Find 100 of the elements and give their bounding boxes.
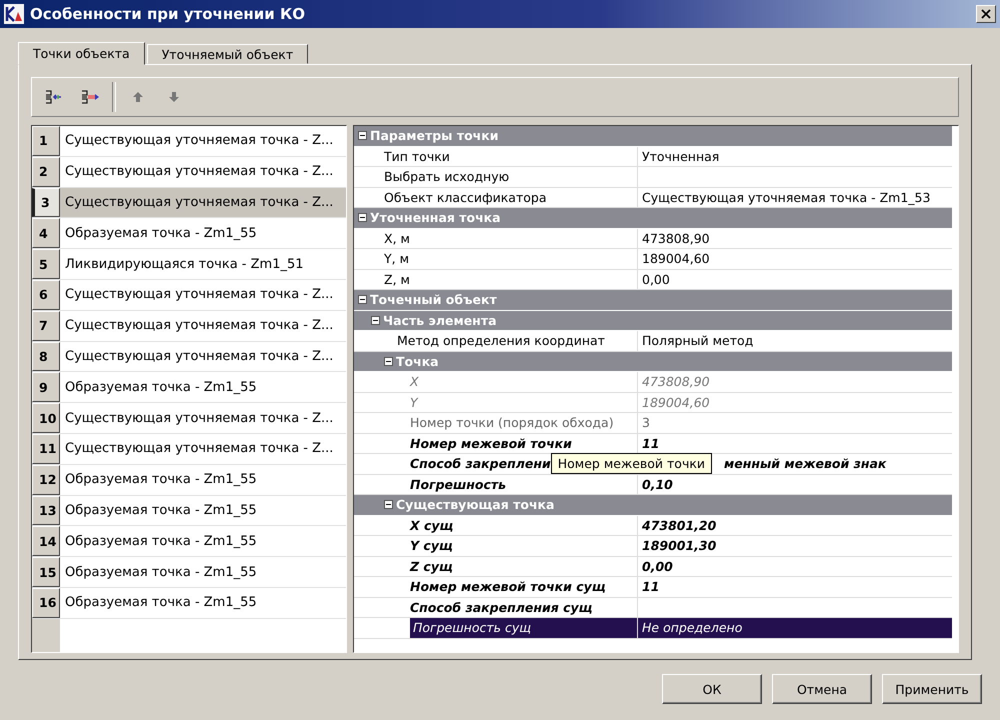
property-name: Номер точки (порядок обхода) <box>410 415 614 430</box>
dialog-button[interactable]: Отмена <box>772 674 872 704</box>
property-name: Y <box>410 394 418 410</box>
row-number: 6 <box>32 280 60 310</box>
point-label: Существующая уточняемая точка - Z... <box>64 163 334 182</box>
point-row[interactable]: 12 Образуемая точка - Zm1_55 <box>32 464 346 496</box>
app-logo-icon <box>4 4 24 24</box>
property-name: Выбрать исходную <box>384 169 510 184</box>
row-number: 16 <box>32 588 60 618</box>
point-label: Образуемая точка - Zm1_55 <box>64 532 257 551</box>
point-label: Образуемая точка - Zm1_55 <box>64 564 257 582</box>
point-row[interactable]: 4 Образуемая точка - Zm1_55 <box>32 218 346 250</box>
point-label: Существующая уточняемая точка - Z... <box>64 317 334 336</box>
property-value[interactable]: менный межевой знак <box>724 456 886 472</box>
point-row[interactable]: 13 Образуемая точка - Zm1_55 <box>32 496 346 526</box>
row-number: 13 <box>32 496 60 526</box>
point-row[interactable]: 3 Существующая уточняемая точка - Z... <box>32 188 346 218</box>
point-label: Существующая уточняемая точка - Z... <box>64 132 334 150</box>
point-row[interactable]: 1 Существующая уточняемая точка - Z... <box>32 126 346 157</box>
point-row[interactable]: 7 Существующая уточняемая точка - Z... <box>32 310 346 342</box>
row-number: 3 <box>32 188 60 218</box>
dialog-button[interactable]: Применить <box>882 674 982 704</box>
point-label: Существующая уточняемая точка - Z... <box>64 410 334 428</box>
point-row[interactable]: 6 Существующая уточняемая точка - Z... <box>32 280 346 311</box>
property-name: Номер межевой точки сущ <box>410 579 606 594</box>
property-name: Y сущ <box>410 538 453 554</box>
point-label: Существующая уточняемая точка - Z... <box>64 194 334 212</box>
point-row[interactable]: 16 Образуемая точка - Zm1_55 <box>32 588 346 619</box>
row-number: 5 <box>32 249 60 279</box>
collapse-icon[interactable] <box>358 295 367 304</box>
arrow-up-icon <box>131 90 145 104</box>
tab[interactable]: Точки объекта <box>18 42 145 65</box>
point-row[interactable]: 15 Образуемая точка - Zm1_55 <box>32 557 346 588</box>
property-name: Метод определения координат <box>397 333 605 348</box>
row-header-strip <box>32 618 60 652</box>
property-name: Способ закреплени <box>410 456 551 472</box>
collapse-icon[interactable] <box>384 500 393 510</box>
list-arrow-right-icon <box>80 89 100 105</box>
row-number: 4 <box>32 218 60 248</box>
property-value[interactable]: 473808,90 <box>642 230 710 246</box>
point-label: Образуемая точка - Zm1_55 <box>64 471 257 490</box>
property-name: Z, м <box>384 272 410 287</box>
property-value[interactable]: 189001,30 <box>642 538 716 554</box>
property-value[interactable]: Полярный метод <box>642 333 754 348</box>
row-number: 14 <box>32 526 60 556</box>
property-value[interactable]: Уточненная <box>642 148 720 164</box>
close-icon <box>981 9 991 19</box>
property-name: Объект классификатора <box>384 190 546 205</box>
point-row[interactable]: 10 Существующая уточняемая точка - Z... <box>32 403 346 434</box>
property-value[interactable]: 3 <box>642 415 650 430</box>
point-label: Образуемая точка - Zm1_55 <box>64 378 257 397</box>
property-value[interactable]: Существующая уточняемая точка - Zm1_53 <box>642 190 930 205</box>
property-name: Z сущ <box>410 558 453 574</box>
collapse-icon[interactable] <box>384 356 393 366</box>
property-value[interactable]: 11 <box>642 436 660 451</box>
point-label: Образуемая точка - Zm1_55 <box>64 594 257 612</box>
collapse-icon[interactable] <box>371 316 380 325</box>
row-number: 10 <box>32 403 60 433</box>
point-row[interactable]: 11 Существующая уточняемая точка - Z... <box>32 434 346 465</box>
property-value[interactable]: 189004,60 <box>642 251 710 266</box>
point-row[interactable]: 8 Существующая уточняемая точка - Z... <box>32 342 346 372</box>
property-name: X <box>410 374 419 390</box>
property-name: Погрешность <box>410 476 506 492</box>
property-name: Способ закрепления сущ <box>410 600 593 615</box>
row-number: 8 <box>32 342 60 372</box>
property-name: Тип точки <box>384 148 450 164</box>
row-number: 1 <box>32 126 60 156</box>
property-name: X сущ <box>410 518 454 533</box>
point-label: Существующая уточняемая точка - Z... <box>64 440 334 458</box>
property-value[interactable]: 189004,60 <box>642 394 710 410</box>
point-row[interactable]: 14 Образуемая точка - Zm1_55 <box>32 526 346 558</box>
property-name: X, м <box>384 230 410 246</box>
row-number: 7 <box>32 310 60 341</box>
property-value[interactable]: 473808,90 <box>642 374 710 390</box>
close-button[interactable] <box>976 5 996 23</box>
point-row[interactable]: 9 Образуемая точка - Zm1_55 <box>32 372 346 404</box>
property-value[interactable]: 0,00 <box>642 558 673 574</box>
tooltip: Номер межевой точки <box>550 453 712 474</box>
row-number: 15 <box>32 557 60 587</box>
list-arrow-left-icon <box>44 89 64 105</box>
property-name: Y, м <box>384 251 410 266</box>
collapse-icon[interactable] <box>358 131 367 140</box>
point-label: Существующая уточняемая точка - Z... <box>64 348 334 366</box>
window-title: Особенности при уточнении КО <box>30 5 306 23</box>
property-name: Погрешность сущ <box>413 620 532 636</box>
property-value[interactable]: 11 <box>642 579 660 594</box>
property-value[interactable]: 473801,20 <box>642 518 716 533</box>
row-number: 12 <box>32 464 60 495</box>
collapse-icon[interactable] <box>358 213 367 222</box>
row-number: 2 <box>32 156 60 187</box>
dialog-button[interactable]: ОК <box>662 674 762 704</box>
property-name: Номер межевой точки <box>410 436 572 451</box>
row-number: 11 <box>32 434 60 464</box>
point-label: Образуемая точка - Zm1_55 <box>64 502 257 520</box>
point-row[interactable]: 5 Ликвидирующаяся точка - Zm1_51 <box>32 249 346 280</box>
property-value[interactable]: 0,10 <box>642 476 673 492</box>
tab[interactable]: Уточняемый объект <box>146 44 308 64</box>
property-value[interactable]: 0,00 <box>642 272 670 287</box>
point-label: Существующая уточняемая точка - Z... <box>64 286 334 304</box>
point-label: Образуемая точка - Zm1_55 <box>64 224 257 243</box>
